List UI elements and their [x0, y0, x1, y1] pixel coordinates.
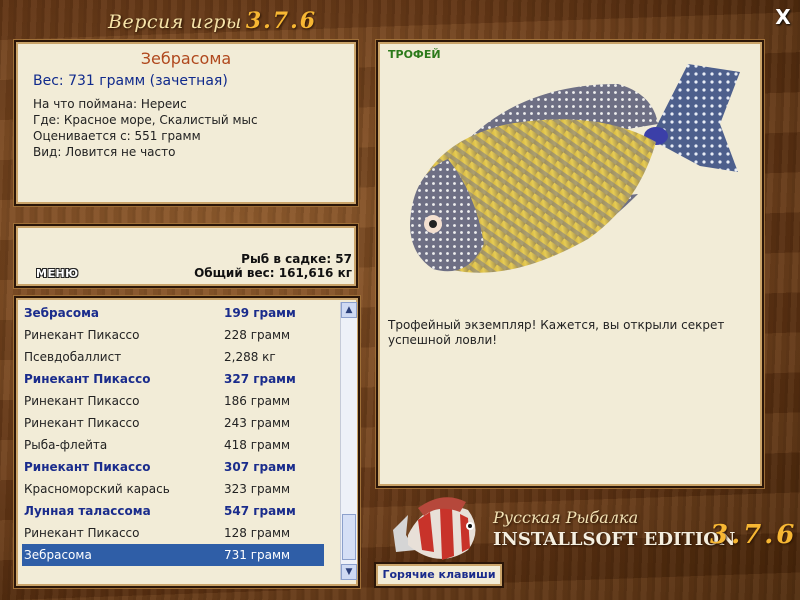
logo-edition: INSTALLSOFT EDITION: [493, 529, 736, 550]
list-item-weight: 418 грамм: [224, 438, 291, 452]
list-item-name: Зебрасома: [24, 306, 99, 320]
list-item-name: Зебрасома: [24, 548, 92, 562]
list-item-name: Псевдобаллист: [24, 350, 122, 364]
list-item-weight: 307 грамм: [224, 460, 296, 474]
fish-image: [388, 54, 752, 324]
logo-title: Русская Рыбалка: [493, 508, 639, 527]
list-item[interactable]: Псевдобаллист 2,288 кг: [22, 346, 324, 368]
close-button[interactable]: X: [772, 6, 794, 28]
trophy-description: Трофейный экземпляр! Кажется, вы открыли…: [388, 318, 725, 347]
rated-from: Оценивается с: 551 грамм: [33, 129, 201, 143]
list-item-weight: 199 грамм: [224, 306, 296, 320]
list-item[interactable]: Ринекант Пикассо 327 грамм: [22, 368, 324, 390]
game-version-title: Версия игры 3.7.6: [108, 8, 317, 34]
list-item[interactable]: Ринекант Пикассо 243 грамм: [22, 412, 324, 434]
list-item[interactable]: Зебрасома 731 грамм: [22, 544, 324, 566]
list-item-name: Ринекант Пикассо: [24, 526, 140, 540]
total-weight: Общий вес: 161,616 кг: [194, 266, 352, 280]
caught-where: Где: Красное море, Скалистый мыс: [33, 113, 258, 127]
fish-name: Зебрасома: [140, 49, 232, 68]
title-text: Версия игры: [108, 11, 242, 33]
list-item[interactable]: Лунная талассома 547 грамм: [22, 500, 324, 522]
list-item[interactable]: Ринекант Пикассо 307 грамм: [22, 456, 324, 478]
list-scrollbar[interactable]: ▲ ▼: [340, 302, 357, 580]
list-item-weight: 323 грамм: [224, 482, 291, 496]
scroll-thumb[interactable]: [342, 514, 356, 560]
scroll-down-icon[interactable]: ▼: [341, 564, 357, 580]
list-item-weight: 128 грамм: [224, 526, 291, 540]
list-item-weight: 327 грамм: [224, 372, 296, 386]
list-item[interactable]: Ринекант Пикассо 228 грамм: [22, 324, 324, 346]
fish-weight: Вес: 731 грамм (зачетная): [33, 73, 228, 89]
list-item[interactable]: Ринекант Пикассо 186 грамм: [22, 390, 324, 412]
fish-count: Рыб в садке: 57: [241, 252, 352, 266]
list-item-weight: 243 грамм: [224, 416, 291, 430]
list-item-name: Лунная талассома: [24, 504, 151, 518]
list-item-name: Красноморский карась: [24, 482, 170, 496]
list-item-name: Ринекант Пикассо: [24, 372, 151, 386]
scroll-up-icon[interactable]: ▲: [341, 302, 357, 318]
caught-on: На что поймана: Нереис: [33, 97, 187, 111]
catch-info-panel: Зебрасома Вес: 731 грамм (зачетная) На ч…: [14, 40, 358, 206]
list-item-name: Ринекант Пикассо: [24, 328, 140, 342]
catch-list-panel: Зебрасома 199 грамм Ринекант Пикассо 228 гр…: [14, 296, 360, 588]
list-item[interactable]: Рыба-флейта 418 грамм: [22, 434, 324, 456]
list-item[interactable]: Красноморский карась 323 грамм: [22, 478, 324, 500]
list-item-weight: 186 грамм: [224, 394, 291, 408]
keepnet-stats-panel: МЕНЮ Рыб в садке: 57 Общий вес: 161,616 …: [14, 224, 358, 288]
list-item-weight: 731 грамм: [224, 548, 291, 562]
list-item[interactable]: Зебрасома 199 грамм: [22, 302, 324, 324]
list-item[interactable]: Ринекант Пикассо 128 грамм: [22, 522, 324, 544]
menu-button[interactable]: МЕНЮ: [36, 267, 79, 280]
list-item-weight: 228 грамм: [224, 328, 291, 342]
catch-list: Зебрасома 199 грамм Ринекант Пикассо 228 гр…: [22, 302, 324, 566]
logo-version: 3.7.6: [710, 520, 798, 550]
list-item-name: Ринекант Пикассо: [24, 460, 151, 474]
title-version: 3.7.6: [245, 8, 318, 34]
species-rarity: Вид: Ловится не часто: [33, 145, 176, 159]
list-item-name: Ринекант Пикассо: [24, 394, 140, 408]
list-item-weight: 547 грамм: [224, 504, 296, 518]
list-item-name: Ринекант Пикассо: [24, 416, 140, 430]
hotkeys-button[interactable]: Горячие клавиши: [374, 562, 504, 588]
list-item-name: Рыба-флейта: [24, 438, 108, 452]
trophy-panel: ТРОФЕЙ Трофейный экземпляр! Кажется, вы …: [376, 40, 764, 488]
zebrasoma-fish-icon: [410, 64, 740, 273]
list-item-weight: 2,288 кг: [224, 350, 276, 364]
